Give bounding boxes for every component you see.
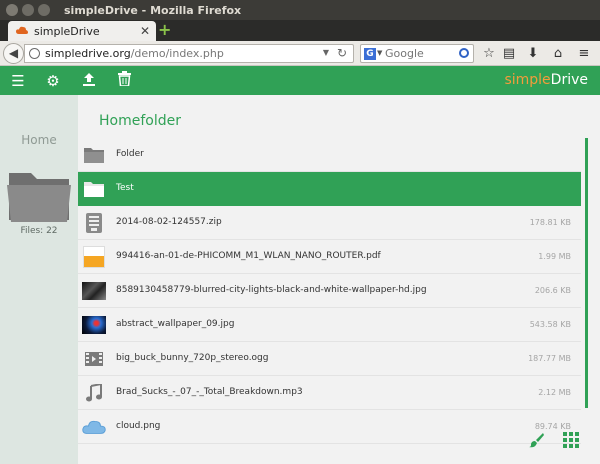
file-size: 2.12 MB [538,388,571,397]
list-item[interactable]: abstract_wallpaper_09.jpg 543.58 KB [78,308,581,342]
list-item[interactable]: cloud.png 89.74 KB [78,410,581,444]
folder-icon [82,143,106,167]
search-bar: G ▼ [360,44,474,63]
window-titlebar: simpleDrive - Mozilla Firefox [0,0,600,20]
window-controls [6,4,50,16]
file-name: 994416-an-01-de-PHICOMM_M1_WLAN_NANO_ROU… [116,251,381,261]
url-bar[interactable]: simpledrive.org/demo/index.php ▼ ↻ [24,44,354,63]
back-button[interactable]: ◀ [3,43,24,64]
gear-icon[interactable]: ⚙ [43,71,63,91]
new-tab-button[interactable]: + [158,22,172,38]
pdf-thumbnail-image [83,246,105,268]
main-panel: Homefolder Folder Test 2014-08-02-124557… [78,95,600,464]
list-item[interactable]: big_buck_bunny_720p_stereo.ogg 187.77 MB [78,342,581,376]
file-name: cloud.png [116,421,161,431]
image-thumbnail [82,313,106,337]
files-count: Files: 22 [20,226,58,236]
file-size: 206.6 KB [534,286,571,295]
arrow-left-icon: ◀ [8,46,19,60]
url-host: simpledrive.org [45,47,131,60]
reload-icon[interactable]: ↻ [337,46,347,60]
music-icon [82,381,106,405]
sidebar: Home Files: 22 [0,95,78,464]
page-title: Homefolder [99,113,181,129]
sidebar-home-label[interactable]: Home [0,133,78,147]
file-size: 543.58 KB [529,320,571,329]
grid-view-icon[interactable] [563,432,579,448]
list-item[interactable]: 2014-08-02-124557.zip 178.81 KB [78,206,581,240]
image-thumbnail [82,279,106,303]
brand-logo: simpleDrive [504,72,588,88]
globe-icon [29,48,40,59]
menu-icon[interactable]: ≡ [575,45,593,62]
nav-bar: ◀ simpledrive.org/demo/index.php ▼ ↻ G ▼… [0,41,600,66]
file-name: Folder [116,149,144,159]
url-dropdown-icon[interactable]: ▼ [323,48,329,57]
window-maximize-button[interactable] [38,4,50,16]
window-minimize-button[interactable] [22,4,34,16]
file-size: 89.74 KB [534,422,571,431]
search-input[interactable] [385,46,455,61]
hamburger-menu-icon[interactable]: ☰ [8,71,28,91]
folder-icon [82,177,106,201]
scrollbar[interactable] [585,138,588,408]
url-path: /demo/index.php [130,47,224,60]
trash-icon[interactable] [114,71,134,91]
file-size: 1.99 MB [538,252,571,261]
list-item[interactable]: Folder [78,138,581,172]
file-name: 8589130458779-blurred-city-lights-black-… [116,285,427,295]
file-list: Folder Test 2014-08-02-124557.zip 178.81… [78,138,581,444]
upload-icon[interactable] [79,71,99,91]
file-size: 187.77 MB [528,354,571,363]
bookmark-star-icon[interactable]: ☆ [480,45,498,62]
list-item-selected[interactable]: Test [78,172,581,206]
image-thumbnail [82,415,106,439]
list-item[interactable]: 8589130458779-blurred-city-lights-black-… [78,274,581,308]
abstract-wallpaper-thumbnail [82,316,106,334]
list-item[interactable]: Brad_Sucks_-_07_-_Total_Breakdown.mp3 2.… [78,376,581,410]
url-text: simpledrive.org/demo/index.php [45,47,224,60]
paint-brush-icon[interactable] [529,432,545,448]
brand-suffix: Drive [550,72,588,88]
file-name: Test [116,183,134,193]
window-close-button[interactable] [6,4,18,16]
city-lights-thumbnail [82,282,106,300]
cloud-favicon-icon [16,26,28,34]
tab-simpledrive[interactable]: simpleDrive ✕ [8,21,156,41]
file-name: big_buck_bunny_720p_stereo.ogg [116,353,269,363]
home-icon[interactable]: ⌂ [549,45,567,62]
file-size: 178.81 KB [529,218,571,227]
engine-dropdown-icon[interactable]: ▼ [377,49,382,57]
archive-icon [82,211,106,235]
window-title: simpleDrive - Mozilla Firefox [64,4,242,17]
tab-label: simpleDrive [34,25,100,38]
search-icon[interactable] [459,48,469,58]
upload-icon-graphic [83,73,95,86]
large-folder-icon [7,173,71,222]
cloud-thumbnail [82,420,106,434]
download-icon[interactable]: ⬇ [524,45,542,62]
tab-bar: simpleDrive ✕ + [0,20,600,41]
file-name: Brad_Sucks_-_07_-_Total_Breakdown.mp3 [116,387,303,397]
bookmarks-list-icon[interactable]: ▤ [500,45,518,62]
video-icon [82,347,106,371]
app-toolbar: ☰ ⚙ simpleDrive [0,66,600,95]
google-engine-icon[interactable]: G [364,48,376,60]
file-name: 2014-08-02-124557.zip [116,217,222,227]
trash-icon-graphic [117,71,131,87]
tab-close-icon[interactable]: ✕ [140,24,150,38]
pdf-thumbnail [82,245,106,269]
brand-prefix: simple [504,72,551,88]
file-name: abstract_wallpaper_09.jpg [116,319,235,329]
list-item[interactable]: 994416-an-01-de-PHICOMM_M1_WLAN_NANO_ROU… [78,240,581,274]
